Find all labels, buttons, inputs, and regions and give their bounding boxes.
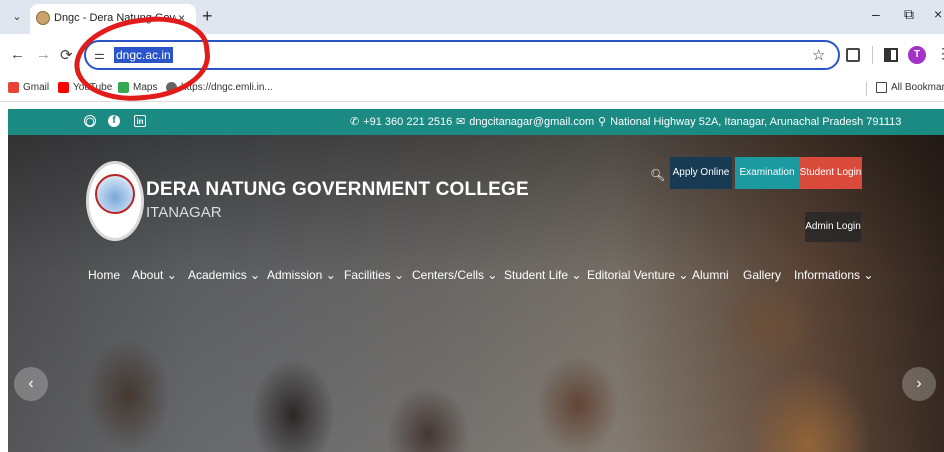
side-panel-icon[interactable] <box>884 48 898 62</box>
url-text[interactable]: dngc.ac.in <box>114 47 173 63</box>
admin-login-button[interactable]: Admin Login <box>805 212 861 242</box>
site-favicon-icon <box>36 11 50 25</box>
phone-contact[interactable]: ✆ +91 360 221 2516 <box>350 115 453 129</box>
main-navigation: Home About ⌄ Academics ⌄ Admission ⌄ Fac… <box>8 268 944 288</box>
minimize-button[interactable]: – <box>872 6 880 22</box>
location-pin-icon: ⚲ <box>598 116 607 128</box>
carousel-prev-button[interactable]: ‹ <box>14 367 48 401</box>
address-contact: ⚲ National Highway 52A, Itanagar, Arunac… <box>598 115 902 129</box>
examination-button[interactable]: Examination <box>735 157 799 189</box>
toolbar-divider <box>872 46 873 64</box>
bookmark-star-icon[interactable]: ☆ <box>812 46 825 64</box>
maps-icon <box>118 82 129 93</box>
globe-icon <box>166 82 177 93</box>
folder-icon <box>876 82 887 93</box>
bookmark-gmail[interactable]: Gmail <box>8 82 49 93</box>
gmail-icon <box>8 82 19 93</box>
student-login-button[interactable]: Student Login <box>799 157 862 189</box>
search-icon[interactable]: 🔍︎ <box>650 168 665 182</box>
nav-centers-cells[interactable]: Centers/Cells ⌄ <box>412 268 497 282</box>
back-button[interactable]: ← <box>10 46 25 63</box>
nav-student-life[interactable]: Student Life ⌄ <box>504 268 581 282</box>
carousel-next-button[interactable]: › <box>902 367 936 401</box>
nav-gallery[interactable]: Gallery <box>743 268 781 282</box>
nav-admission[interactable]: Admission ⌄ <box>267 268 336 282</box>
address-bar[interactable]: ⚌ dngc.ac.in ☆ <box>84 40 840 70</box>
all-bookmarks-label: All Bookmarks <box>891 82 944 93</box>
hero-carousel: DERA NATUNG GOVERNMENT COLLEGE ITANAGAR … <box>8 135 944 452</box>
nav-facilities[interactable]: Facilities ⌄ <box>344 268 404 282</box>
youtube-icon <box>58 82 69 93</box>
nav-about[interactable]: About ⌄ <box>132 268 177 282</box>
apply-online-button[interactable]: Apply Online <box>670 157 732 189</box>
college-logo[interactable] <box>86 161 144 241</box>
tab-title: Dngc - Dera Natung Government... <box>54 12 176 24</box>
email-address: dngcitanagar@gmail.com <box>469 115 595 128</box>
bookmark-youtube[interactable]: YouTube <box>58 82 112 93</box>
email-icon: ✉ <box>456 116 466 128</box>
tab-close-icon[interactable]: × <box>178 11 185 25</box>
contact-topbar: ◯ f in ✆ +91 360 221 2516 ✉ dngcitanagar… <box>8 109 944 135</box>
browser-tab-bar: ⌄ Dngc - Dera Natung Government... × + –… <box>0 0 944 34</box>
restore-button[interactable]: ⧉ <box>904 6 914 23</box>
forward-button[interactable]: → <box>36 46 51 63</box>
logo-emblem <box>95 174 135 214</box>
facebook-icon[interactable]: f <box>108 115 120 127</box>
bookmark-dngc-emli[interactable]: https://dngc.emli.in... <box>166 82 273 93</box>
phone-number: +91 360 221 2516 <box>363 115 453 128</box>
extensions-icon[interactable] <box>846 48 860 62</box>
browser-menu-icon[interactable]: ⋮ <box>936 45 944 62</box>
bookmark-label: https://dngc.emli.in... <box>181 82 273 93</box>
nav-editorial-venture[interactable]: Editorial Venture ⌄ <box>587 268 688 282</box>
close-window-button[interactable]: × <box>934 6 942 22</box>
college-city: ITANAGAR <box>146 204 222 221</box>
browser-tab[interactable]: Dngc - Dera Natung Government... × <box>30 4 196 34</box>
bookmark-label: Gmail <box>23 82 50 93</box>
bookmark-label: YouTube <box>73 82 113 93</box>
site-info-icon[interactable]: ⚌ <box>94 48 105 62</box>
nav-home[interactable]: Home <box>88 268 120 282</box>
college-name[interactable]: DERA NATUNG GOVERNMENT COLLEGE <box>146 179 529 201</box>
bookmark-label: Maps <box>133 82 158 93</box>
phone-icon: ✆ <box>350 116 360 128</box>
new-tab-button[interactable]: + <box>202 6 213 27</box>
tab-search-chevron-icon[interactable]: ⌄ <box>8 8 26 26</box>
profile-avatar[interactable]: T <box>908 46 926 64</box>
nav-academics[interactable]: Academics ⌄ <box>188 268 260 282</box>
reload-button[interactable]: ⟳ <box>60 46 73 64</box>
bookmarks-divider <box>866 82 867 96</box>
nav-informations[interactable]: Informations ⌄ <box>794 268 873 282</box>
bookmarks-bar: Gmail YouTube Maps https://dngc.emli.in.… <box>0 76 944 102</box>
linkedin-icon[interactable]: in <box>134 115 146 127</box>
whatsapp-icon[interactable]: ◯ <box>84 115 96 127</box>
bookmark-maps[interactable]: Maps <box>118 82 157 93</box>
all-bookmarks[interactable]: All Bookmarks <box>876 82 944 93</box>
address-text: National Highway 52A, Itanagar, Arunacha… <box>610 115 902 128</box>
email-contact[interactable]: ✉ dngcitanagar@gmail.com <box>456 115 595 129</box>
browser-toolbar: ← → ⟳ ⚌ dngc.ac.in ☆ T ⋮ <box>0 34 944 76</box>
nav-alumni[interactable]: Alumni <box>692 268 729 282</box>
